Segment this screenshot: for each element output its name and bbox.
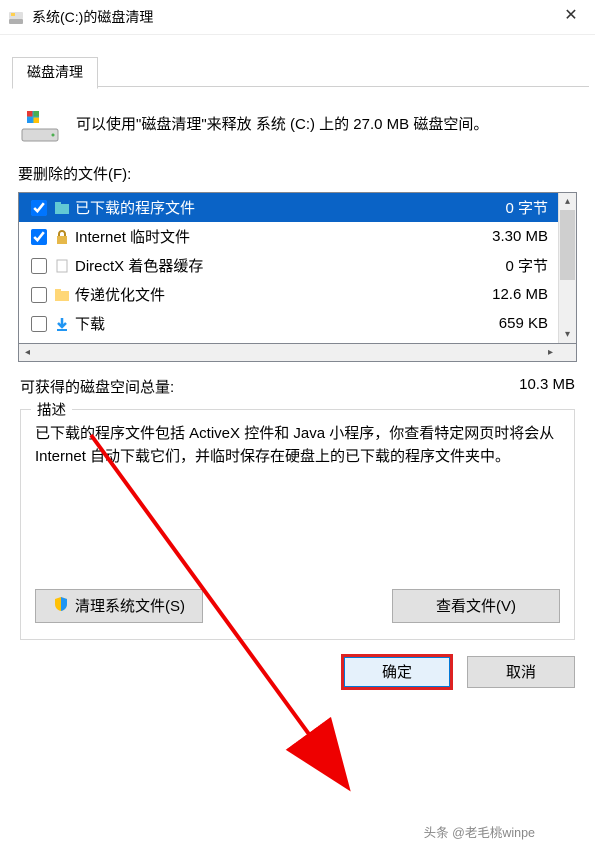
scroll-left-icon[interactable]: ◂: [19, 344, 36, 361]
file-checkbox[interactable]: [31, 229, 47, 245]
scroll-thumb[interactable]: [560, 210, 575, 280]
lock-icon: [53, 228, 71, 246]
app-icon: [8, 9, 24, 25]
view-files-button[interactable]: 查看文件(V): [392, 589, 560, 623]
drive-icon: [20, 105, 60, 145]
ok-button[interactable]: 确定: [343, 656, 451, 688]
file-name: Internet 临时文件: [75, 226, 468, 247]
shield-icon: [53, 596, 69, 616]
description-legend: 描述: [31, 399, 72, 420]
scroll-right-icon[interactable]: ▸: [542, 344, 559, 361]
file-checkbox[interactable]: [31, 200, 47, 216]
window-title: 系统(C:)的磁盘清理: [32, 7, 549, 27]
tab-disk-cleanup[interactable]: 磁盘清理: [12, 57, 98, 89]
clean-system-files-button[interactable]: 清理系统文件(S): [35, 589, 203, 623]
cancel-button[interactable]: 取消: [467, 656, 575, 688]
file-checkbox[interactable]: [31, 258, 47, 274]
file-row[interactable]: 下载659 KB: [19, 309, 558, 338]
folder-icon: [53, 199, 71, 217]
file-row[interactable]: 已下载的程序文件0 字节: [19, 193, 558, 222]
summary: 可以使用"磁盘清理"来释放 系统 (C:) 上的 27.0 MB 磁盘空间。: [20, 105, 575, 145]
horizontal-scrollbar[interactable]: ◂ ▸: [18, 344, 577, 362]
file-list[interactable]: 已下载的程序文件0 字节Internet 临时文件3.30 MBDirectX …: [18, 192, 577, 344]
total-value: 10.3 MB: [519, 376, 575, 397]
scroll-up-icon[interactable]: ▴: [559, 193, 576, 210]
file-name: 已下载的程序文件: [75, 197, 468, 218]
file-row[interactable]: Internet 临时文件3.30 MB: [19, 222, 558, 251]
scroll-down-icon[interactable]: ▾: [559, 326, 576, 343]
description-text: 已下载的程序文件包括 ActiveX 控件和 Java 小程序，你查看特定网页时…: [35, 422, 560, 469]
file-checkbox[interactable]: [31, 316, 47, 332]
file-name: 下载: [75, 313, 468, 334]
tab-strip: 磁盘清理: [12, 57, 589, 87]
total-row: 可获得的磁盘空间总量: 10.3 MB: [20, 376, 575, 397]
files-label: 要删除的文件(F):: [18, 163, 577, 184]
file-icon: [53, 257, 71, 275]
file-size: 0 字节: [468, 197, 552, 218]
file-row[interactable]: 传递优化文件12.6 MB: [19, 280, 558, 309]
titlebar: 系统(C:)的磁盘清理 ✕: [0, 0, 595, 35]
file-size: 12.6 MB: [468, 286, 552, 303]
watermark: 头条 @老毛桃winpe: [424, 822, 535, 841]
file-name: 传递优化文件: [75, 284, 468, 305]
file-row[interactable]: DirectX 着色器缓存0 字节: [19, 251, 558, 280]
file-size: 0 字节: [468, 255, 552, 276]
vertical-scrollbar[interactable]: ▴ ▾: [558, 193, 576, 343]
description-group: 描述 已下载的程序文件包括 ActiveX 控件和 Java 小程序，你查看特定…: [20, 409, 575, 640]
close-button[interactable]: ✕: [549, 2, 593, 32]
file-size: 659 KB: [468, 315, 552, 332]
file-name: DirectX 着色器缓存: [75, 255, 468, 276]
file-checkbox[interactable]: [31, 287, 47, 303]
summary-text: 可以使用"磁盘清理"来释放 系统 (C:) 上的 27.0 MB 磁盘空间。: [76, 114, 488, 137]
folder2-icon: [53, 286, 71, 304]
clean-system-label: 清理系统文件(S): [75, 595, 185, 616]
file-size: 3.30 MB: [468, 228, 552, 245]
dialog-footer: 确定 取消: [0, 640, 595, 706]
download-icon: [53, 315, 71, 333]
total-label: 可获得的磁盘空间总量:: [20, 376, 174, 397]
